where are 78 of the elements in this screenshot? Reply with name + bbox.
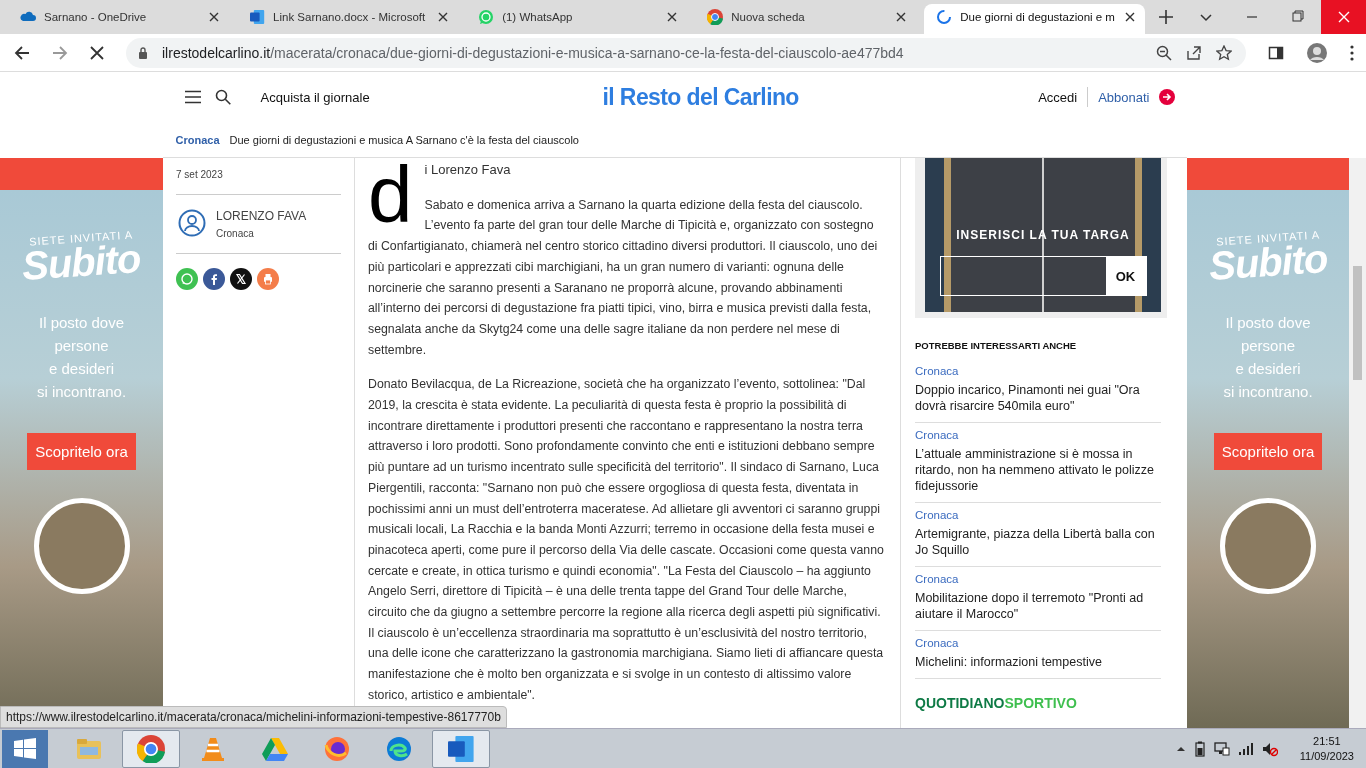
browser-logo-icon [707,9,724,25]
author-name[interactable]: LORENZO FAVA [216,209,307,223]
side-panel-icon[interactable] [1268,44,1284,61]
buy-newspaper-link[interactable]: Acquista il giornale [260,89,561,105]
fox-globe-icon [323,734,351,763]
related-article-link[interactable]: Michelini: informazioni tempestive [915,654,1161,670]
ad-tagline: Il posto dove persone e desideri si incontrano. [36,313,127,402]
windows-logo-icon [13,736,37,761]
menu-icon[interactable] [1350,44,1354,61]
caret-up-icon[interactable] [1175,745,1186,752]
address-bar[interactable]: ilrestodelcarlino.it/macerata/cronaca/due-giorni-di-degustazioni-e-musica-a-sarnano-ce-la-festa-del-ciauscolo-ae477bd4 [126,37,1246,68]
facebook-share-button[interactable] [203,268,225,290]
menu-icon[interactable] [184,90,201,104]
battery-icon[interactable] [1193,740,1206,757]
wave-logo-icon [385,734,413,763]
profile-avatar-icon[interactable] [1306,41,1328,64]
ad-cta-button[interactable]: Scopritelo ora [1213,433,1323,470]
section-link[interactable]: Cronaca [915,365,1161,377]
related-article-link[interactable]: Doppio incarico, Pinamonti nei guai "Ora dovrà risarcire 540mila euro" [915,382,1161,414]
section-link[interactable]: Cronaca [915,637,1161,649]
close-icon[interactable] [896,12,907,22]
document-icon [447,734,475,763]
stop-icon[interactable] [90,45,104,60]
browser-tab[interactable]: Due giorni di degustazioni e m [924,4,1146,34]
article-paragraph: Donato Bevilacqua, de La Ricreazione, società che ha organizzato l’evento, sottolinea: "Dal 2019, la crescita è stata evidente. La peculiarità di questa festa è proprio la possibilità di incontrare direttamente i produttori presenti che raccontano e rappresentano la nostra terra attraverso i loro prodotti. Sono profondamente convinto che enti e istituzioni debbano sempre più puntare ad un turismo incentrato sulle specificità del territorio". Il sindaco di Sarnano, Luca Piergentili, racconta: "Sarnano non può che essere orgogliosa di questa festa, diventata in pochissimi anni un must dell’entroterra maceratese. Ad allietare gli avventori ci saranno gruppi musicali locali, La Racchia e la banda Monti Azzurri; terremo in occasione della festa musei e pinacoteca aperti, come pure il percorso della Via delle cascate. Occasioni come questa vanno cercate e create, in ottica turismo e quindi economia". "La Festa del Ciauscolo – ha aggiunto Angelo Serri, direttore di Tipicità – è una delle trenta tappe del Grand Tour delle Marche, circuito che da giugno a settembre percorre la regione alla ricerca degli aspetti più significativi. Il ciauscolo è un’eccellenza straordinaria ma soprattutto è un’esclusività del nostro territorio, una delle icone che caratterizzano la gastronomia marchigiana. Siamo lieti di affiancare questa manifestazione che è molto ben organizzata e si svolge in un contesto di altissimo valore storico, artistico e ambientale". [368,376,885,704]
browser-tab[interactable]: (1) WhatsApp [466,4,688,34]
byline: i Lorenzo Fava [423,161,512,179]
share-icon[interactable] [1186,44,1202,61]
new-tab-icon[interactable] [1159,10,1174,24]
author-section: Cronaca [216,228,307,239]
section-link[interactable]: Cronaca [175,133,220,146]
forward-arrow-icon[interactable] [52,44,68,61]
arrow-circle-icon [1158,89,1175,105]
subscribe-link[interactable]: Abbonati [1098,89,1175,105]
close-icon[interactable] [209,12,220,22]
login-link[interactable]: Accedi [1038,89,1078,105]
start-button[interactable] [2,729,48,768]
browser-tab[interactable]: Link Sarnano.docx - Microsoft [237,4,459,34]
related-article-link[interactable]: Mobilitazione dopo il terremoto "Pronti ad aiutare il Marocco" [915,590,1161,622]
chevron-down-icon[interactable] [1200,14,1213,22]
site-logo[interactable]: il Resto del Carlino [602,83,799,111]
close-icon[interactable] [1125,12,1136,22]
clock[interactable]: 21:51 11/09/2023 [1299,733,1354,764]
back-arrow-icon[interactable] [14,44,30,61]
publish-date: 7 set 2023 [176,168,224,182]
close-icon[interactable] [667,12,678,22]
close-icon [1337,11,1350,23]
signal-icon[interactable] [1237,741,1254,756]
breadcrumb-title: Due giorni di degustazioni e musica A Sarnano c'è la festa del ciauscolo [229,133,579,146]
network-icon[interactable] [1213,740,1230,757]
user-avatar-icon[interactable] [178,209,206,237]
chat-bubble-icon [478,9,495,25]
zoom-icon[interactable] [1156,44,1172,61]
x-share-button[interactable] [230,268,252,290]
section-link[interactable]: Cronaca [915,573,1161,585]
status-url: https://www.ilrestodelcarlino.it/macerata/cronaca/michelini-informazioni-tempestive-8617770b [0,706,507,728]
scrollbar[interactable] [1349,158,1366,728]
browser-logo-icon [137,734,165,763]
ad-tagline: Il posto dove persone e desideri si incontrano. [1223,313,1313,402]
lock-icon [138,46,148,59]
ad-cta-button[interactable]: Scopritelo ora [27,433,136,470]
loading-spinner-icon [936,9,953,25]
browser-tab[interactable]: Sarnano - OneDrive [8,4,230,34]
taskbar-app-button[interactable] [122,729,180,768]
related-article-link[interactable]: L’attuale amministrazione si è mossa in ritardo, non ha nemmeno attivato le polizze fidejussorie [915,446,1161,494]
section-link[interactable]: Cronaca [915,429,1161,441]
section-link[interactable]: Cronaca [915,509,1161,521]
star-icon[interactable] [1216,44,1232,61]
partner-logo[interactable]: QUOTIDIANOSPORTIVO [915,695,1077,711]
related-article-link[interactable]: Artemigrante, piazza della Libertà balla con Jo Squillo [915,526,1161,558]
close-icon[interactable] [438,12,449,22]
document-icon [249,9,266,25]
section-heading: POTREBBE INTERESSARTI ANCHE [915,340,1078,351]
taskbar-app-button[interactable] [432,729,490,768]
restore-icon[interactable] [1292,10,1305,22]
browser-tab[interactable]: Nuova scheda [695,4,917,34]
print-button[interactable] [257,268,279,290]
search-icon[interactable] [214,89,231,105]
